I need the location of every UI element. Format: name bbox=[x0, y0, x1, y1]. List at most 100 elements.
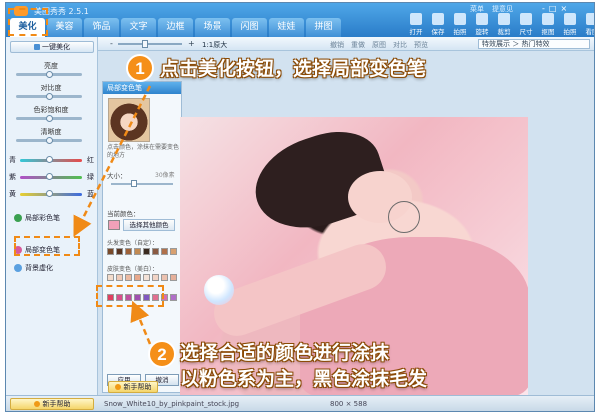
slider-knob[interactable] bbox=[46, 156, 53, 163]
title-bar: 美图秀秀 2.5.1 美化 美容 饰品 文字 边框 场景 闪图 娃娃 拼图 菜单… bbox=[6, 3, 594, 37]
yellow-blue-slider[interactable]: 黄 蓝 bbox=[6, 189, 96, 199]
preview-button[interactable]: 预览 bbox=[414, 40, 428, 50]
hair-swatch-title: 头发变色（自定）： bbox=[107, 240, 159, 247]
background-blur-item[interactable]: 背景虚化 bbox=[14, 263, 92, 273]
color-swatch[interactable] bbox=[161, 274, 168, 281]
color-swatch[interactable] bbox=[170, 248, 177, 255]
color-swatch[interactable] bbox=[107, 248, 114, 255]
crop-button[interactable]: 裁剪 bbox=[494, 13, 514, 36]
zoom-out-button[interactable]: - bbox=[110, 39, 113, 48]
zoom-original-button[interactable]: 1:1原大 bbox=[202, 40, 227, 50]
color-swatch[interactable] bbox=[143, 274, 150, 281]
pen-size-value: 30像素 bbox=[155, 172, 175, 179]
cyan-red-slider[interactable]: 青 红 bbox=[6, 155, 96, 165]
maximize-button[interactable]: □ bbox=[549, 4, 557, 13]
camera-button[interactable]: 拍照 bbox=[450, 13, 470, 36]
close-button[interactable]: × bbox=[560, 4, 567, 13]
brightness-slider[interactable]: 亮度 bbox=[6, 61, 96, 78]
minimize-button[interactable]: - bbox=[542, 4, 545, 13]
color-swatch[interactable] bbox=[170, 274, 177, 281]
purple-green-slider[interactable]: 紫 绿 bbox=[6, 172, 96, 182]
tab-beauty[interactable]: 美容 bbox=[47, 18, 82, 37]
redo-button[interactable]: 重做 bbox=[351, 40, 365, 50]
rotate-button[interactable]: 旋转 bbox=[472, 13, 492, 36]
hair-swatches bbox=[107, 248, 177, 255]
viewer-icon bbox=[586, 13, 594, 25]
tab-border[interactable]: 边框 bbox=[158, 18, 193, 37]
compare-button[interactable]: 对比 bbox=[393, 40, 407, 50]
cutout-button[interactable]: 抠图 bbox=[538, 13, 558, 36]
photo-orb bbox=[204, 275, 234, 305]
color-swatch[interactable] bbox=[161, 248, 168, 255]
effects-showcase[interactable]: 特效展示 ＞ 热门特效 bbox=[478, 39, 590, 49]
main-toolbar: 打开 保存 拍照 旋转 裁剪 尺寸 抠图 拍照 看图 bbox=[406, 13, 594, 36]
camera-icon bbox=[454, 13, 466, 25]
panel-description: 点击颜色，涂抹在需要变色的地方 bbox=[107, 144, 180, 159]
choose-other-color-button[interactable]: 选择其他颜色 bbox=[123, 219, 175, 231]
tab-accessories[interactable]: 饰品 bbox=[84, 18, 119, 37]
color-swatch[interactable] bbox=[116, 274, 123, 281]
resize-button[interactable]: 尺寸 bbox=[516, 13, 536, 36]
lightbulb-icon bbox=[114, 384, 121, 390]
one-click-beautify-button[interactable]: 一键美化 bbox=[10, 41, 94, 53]
skin-swatch-title: 皮肤变色（美白）： bbox=[107, 266, 159, 273]
step2-number: 2 bbox=[148, 340, 176, 368]
photo-button[interactable]: 拍照 bbox=[560, 13, 580, 36]
menu-tabs: 美化 美容 饰品 文字 边框 场景 闪图 娃娃 拼图 bbox=[10, 18, 341, 37]
new-user-help-button[interactable]: 新手帮助 bbox=[10, 398, 94, 410]
saturation-slider[interactable]: 色彩饱和度 bbox=[6, 105, 96, 122]
contrast-slider[interactable]: 对比度 bbox=[6, 83, 96, 100]
color-swatch[interactable] bbox=[134, 274, 141, 281]
skin-swatches bbox=[107, 274, 177, 281]
viewer-button[interactable]: 看图 bbox=[582, 13, 594, 36]
tab-text[interactable]: 文字 bbox=[121, 18, 156, 37]
zoom-in-button[interactable]: + bbox=[188, 39, 195, 48]
color-swatch[interactable] bbox=[152, 274, 159, 281]
view-toolbar: - + 1:1原大 撤销 重做 原图 对比 预览 特效展示 ＞ 热门特效 bbox=[98, 37, 594, 51]
tab-scene[interactable]: 场景 bbox=[195, 18, 230, 37]
slider-knob[interactable] bbox=[46, 93, 53, 100]
color-swatch[interactable] bbox=[152, 248, 159, 255]
color-swatch[interactable] bbox=[170, 294, 177, 301]
tab-flash[interactable]: 闪图 bbox=[232, 18, 267, 37]
zoom-slider[interactable] bbox=[118, 43, 182, 45]
color-swatch[interactable] bbox=[125, 274, 132, 281]
pen-size-knob[interactable] bbox=[131, 180, 137, 187]
highlight-recolor-pen bbox=[14, 236, 80, 256]
sharpness-slider[interactable]: 清晰度 bbox=[6, 127, 96, 144]
slider-knob[interactable] bbox=[46, 173, 53, 180]
color-swatch[interactable] bbox=[116, 248, 123, 255]
brush-cursor bbox=[388, 201, 420, 233]
photo-icon bbox=[564, 13, 576, 25]
step2-instruction-line2: 以粉色系为主，黑色涂抹毛发 bbox=[180, 368, 428, 390]
color-swatch[interactable] bbox=[125, 248, 132, 255]
magic-icon bbox=[34, 44, 40, 50]
local-color-pen-item[interactable]: 局部彩色笔 bbox=[14, 213, 92, 223]
folder-icon bbox=[410, 13, 422, 25]
current-color-swatch[interactable] bbox=[108, 220, 120, 230]
slider-knob[interactable] bbox=[46, 137, 53, 144]
status-image-size: 800 × 588 bbox=[330, 400, 368, 408]
tab-collage[interactable]: 拼图 bbox=[306, 18, 341, 37]
color-swatch[interactable] bbox=[143, 248, 150, 255]
slider-knob[interactable] bbox=[46, 115, 53, 122]
slider-knob[interactable] bbox=[46, 190, 53, 197]
panel-title: 局部变色笔 bbox=[103, 82, 181, 94]
zoom-knob[interactable] bbox=[142, 40, 148, 48]
undo-button[interactable]: 撤销 bbox=[330, 40, 344, 50]
pen-size-slider[interactable] bbox=[111, 183, 173, 185]
tab-doll[interactable]: 娃娃 bbox=[269, 18, 304, 37]
color-swatch[interactable] bbox=[134, 248, 141, 255]
open-button[interactable]: 打开 bbox=[406, 13, 426, 36]
color-swatch[interactable] bbox=[107, 274, 114, 281]
panel-help-button[interactable]: 新手帮助 bbox=[108, 381, 158, 393]
original-button[interactable]: 原图 bbox=[372, 40, 386, 50]
step2-instruction-line1: 选择合适的颜色进行涂抹 bbox=[180, 342, 390, 364]
status-filename: Snow_White10_by_pinkpaint_stock.jpg bbox=[104, 400, 240, 408]
slider-knob[interactable] bbox=[46, 71, 53, 78]
color-pen-icon bbox=[14, 214, 22, 222]
save-button[interactable]: 保存 bbox=[428, 13, 448, 36]
pen-size-label: 大小： bbox=[107, 172, 127, 180]
step1-number: 1 bbox=[126, 54, 154, 82]
window-buttons: - □ × bbox=[542, 4, 567, 13]
